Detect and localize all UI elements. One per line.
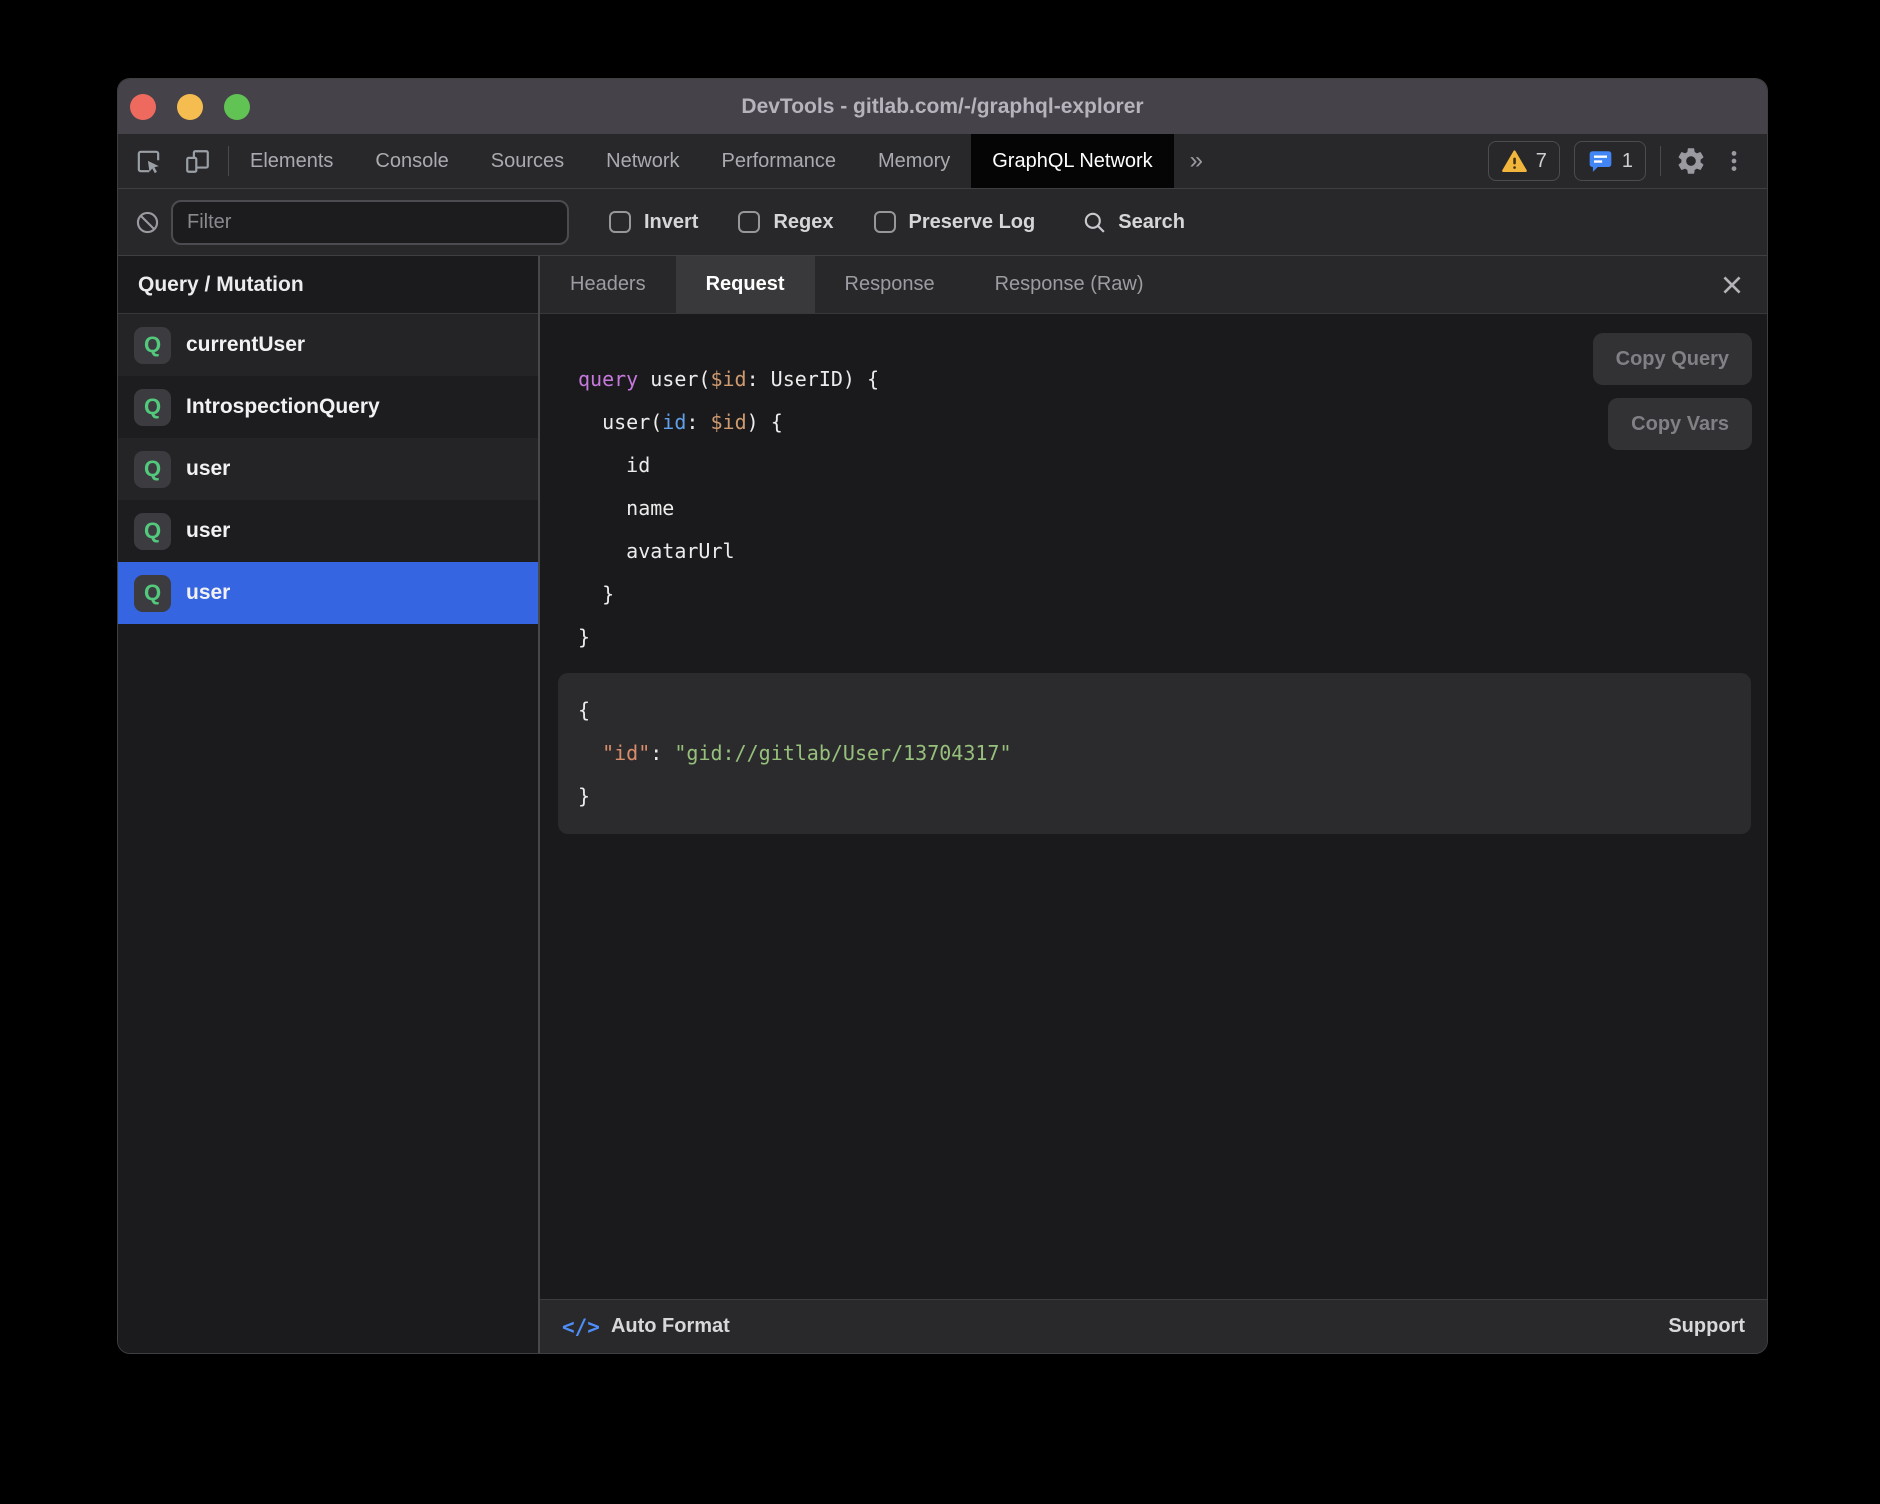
tab-performance[interactable]: Performance — [701, 134, 858, 188]
query-list-item-user-3-selected[interactable]: Q user — [118, 562, 538, 624]
warnings-badge[interactable]: 7 — [1488, 141, 1560, 181]
devtools-window: DevTools - gitlab.com/-/graphql-explorer — [117, 78, 1768, 1354]
tab-request[interactable]: Request — [676, 256, 815, 313]
clear-block-icon[interactable] — [134, 209, 161, 236]
title-bar: DevTools - gitlab.com/-/graphql-explorer — [118, 79, 1767, 134]
warning-icon — [1501, 149, 1528, 174]
invert-checkbox-group[interactable]: Invert — [609, 211, 698, 234]
query-type-badge: Q — [134, 327, 171, 364]
search-control[interactable]: Search — [1081, 209, 1185, 236]
devtools-tab-bar: Elements Console Sources Network Perform… — [118, 134, 1767, 189]
sidebar-header: Query / Mutation — [118, 256, 538, 314]
auto-format-label: Auto Format — [611, 1315, 730, 1338]
preserve-log-label: Preserve Log — [909, 211, 1036, 234]
window-title: DevTools - gitlab.com/-/graphql-explorer — [118, 95, 1767, 119]
warning-count: 7 — [1536, 150, 1547, 173]
more-tabs-chevron-icon[interactable]: » — [1174, 134, 1219, 188]
toolbar-right: 7 1 — [1488, 134, 1767, 188]
detail-tab-bar: Headers Request Response Response (Raw) — [540, 256, 1767, 314]
message-count: 1 — [1622, 150, 1633, 173]
message-bubble-icon — [1587, 148, 1614, 174]
query-type-badge: Q — [134, 451, 171, 488]
tab-sources[interactable]: Sources — [470, 134, 585, 188]
query-type-badge: Q — [134, 575, 171, 612]
code-brackets-icon: </> — [562, 1315, 600, 1339]
copy-vars-button[interactable]: Copy Vars — [1608, 398, 1752, 450]
query-list-sidebar: Query / Mutation Q currentUser Q Introsp… — [118, 256, 538, 1353]
tab-response-raw[interactable]: Response (Raw) — [965, 256, 1174, 313]
query-variables-box: { "id": "gid://gitlab/User/13704317"} — [558, 673, 1751, 834]
query-item-label: user — [186, 457, 230, 481]
query-list-item-currentUser[interactable]: Q currentUser — [118, 314, 538, 376]
invert-checkbox[interactable] — [609, 211, 631, 233]
kebab-menu-icon[interactable] — [1721, 146, 1747, 176]
settings-gear-icon[interactable] — [1675, 145, 1707, 177]
regex-checkbox-group[interactable]: Regex — [738, 211, 833, 234]
tab-console[interactable]: Console — [354, 134, 469, 188]
search-icon — [1081, 209, 1108, 236]
query-list-item-user-1[interactable]: Q user — [118, 438, 538, 500]
filter-input[interactable] — [171, 200, 569, 245]
tab-memory[interactable]: Memory — [857, 134, 971, 188]
device-toolbar-icon[interactable] — [183, 147, 212, 176]
tab-graphql-network[interactable]: GraphQL Network — [971, 134, 1173, 188]
copy-query-button[interactable]: Copy Query — [1593, 333, 1752, 385]
tab-response[interactable]: Response — [815, 256, 965, 313]
preserve-log-checkbox-group[interactable]: Preserve Log — [874, 211, 1036, 234]
preserve-log-checkbox[interactable] — [874, 211, 896, 233]
tab-elements[interactable]: Elements — [229, 134, 354, 188]
query-list-item-user-2[interactable]: Q user — [118, 500, 538, 562]
badge-separator — [1660, 146, 1661, 176]
regex-label: Regex — [773, 211, 833, 234]
detail-panel: Headers Request Response Response (Raw) … — [540, 256, 1767, 1353]
invert-label: Invert — [644, 211, 698, 234]
query-item-label: user — [186, 519, 230, 543]
query-item-label: IntrospectionQuery — [186, 395, 380, 419]
query-type-badge: Q — [134, 513, 171, 550]
filter-bar: Invert Regex Preserve Log Search — [118, 189, 1767, 256]
query-item-label: currentUser — [186, 333, 305, 357]
tab-headers[interactable]: Headers — [540, 256, 676, 313]
search-label: Search — [1118, 211, 1185, 234]
request-content: query user($id: UserID) { user(id: $id) … — [540, 314, 1767, 1299]
auto-format-button[interactable]: </> Auto Format — [562, 1315, 730, 1339]
tool-icons — [118, 134, 228, 188]
query-item-label: user — [186, 581, 230, 605]
inspect-element-icon[interactable] — [134, 147, 163, 176]
tab-network[interactable]: Network — [585, 134, 700, 188]
query-type-badge: Q — [134, 389, 171, 426]
query-list-item-introspectionQuery[interactable]: Q IntrospectionQuery — [118, 376, 538, 438]
support-link[interactable]: Support — [1668, 1315, 1745, 1338]
regex-checkbox[interactable] — [738, 211, 760, 233]
close-detail-icon[interactable] — [1719, 256, 1745, 313]
graphql-query-code: query user($id: UserID) { user(id: $id) … — [578, 358, 1767, 659]
panel-footer: </> Auto Format Support — [540, 1299, 1767, 1353]
issues-badge[interactable]: 1 — [1574, 141, 1646, 181]
